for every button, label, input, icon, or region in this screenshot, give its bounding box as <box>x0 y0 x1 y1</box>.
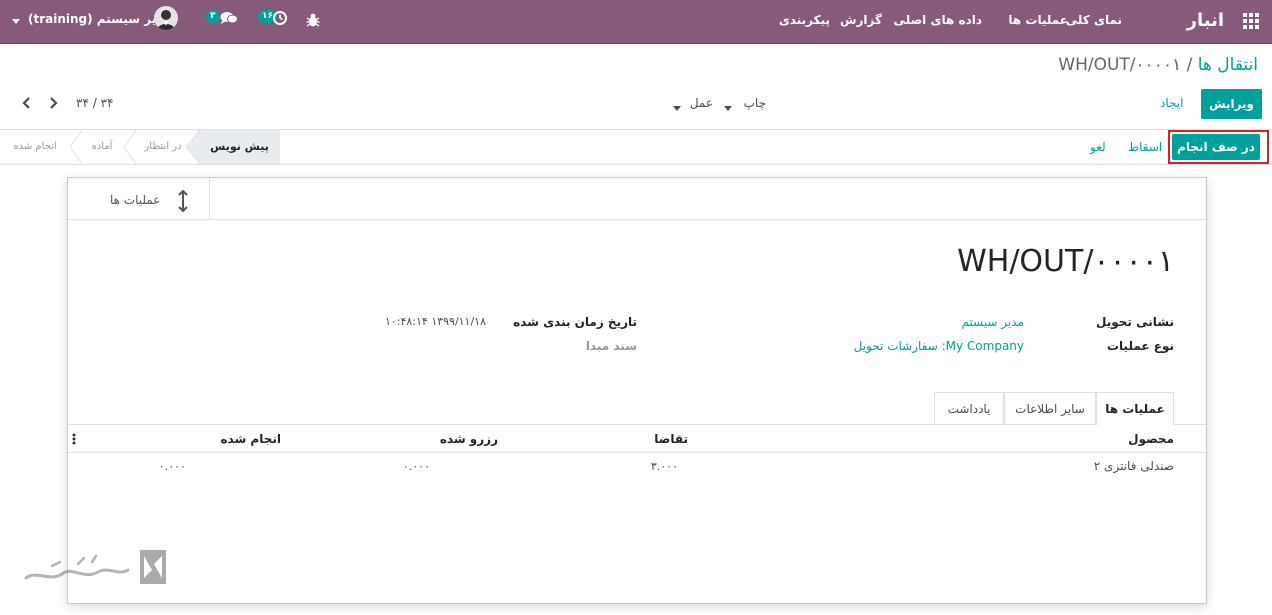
form-sheet: عملیات ها WH/OUT/۰۰۰۰۱ نشانی تحویل مدیر … <box>67 177 1207 604</box>
delivery-address-label: نشانی تحویل <box>1096 315 1174 329</box>
edit-button[interactable]: ویرایش <box>1201 89 1262 119</box>
pager-prev-button[interactable] <box>22 96 32 110</box>
breadcrumb-separator: / <box>1181 55 1198 75</box>
messages-button[interactable]: ۳ <box>206 10 240 26</box>
stage-separator <box>123 129 137 165</box>
caret-down-icon <box>673 100 681 114</box>
menu-overview[interactable]: نمای کلی <box>1066 13 1122 27</box>
clock-icon <box>273 11 287 25</box>
scrap-button[interactable]: اسقاط <box>1128 140 1162 154</box>
delivery-address-value[interactable]: مدیر سیستم <box>962 315 1025 329</box>
column-header-product[interactable]: محصول <box>1128 432 1174 446</box>
create-button[interactable]: ایجاد <box>1160 96 1183 110</box>
button-box <box>68 178 1206 220</box>
menu-configuration[interactable]: پیکربندی <box>779 13 830 27</box>
user-name: مدیر سیستم (training) <box>28 12 171 26</box>
record-title: WH/OUT/۰۰۰۰۱ <box>957 244 1174 279</box>
cell-reserved: ۰.۰۰۰ <box>402 460 430 473</box>
apps-grid-icon[interactable] <box>1243 13 1259 29</box>
user-avatar <box>154 6 178 30</box>
top-navbar: انبار نمای کلی عملیات ها داده های اصلی گ… <box>0 0 1272 44</box>
message-count-badge: ۳ <box>206 10 220 23</box>
cell-product: صندلی فانتزی ۲ <box>1093 459 1174 473</box>
breadcrumb: انتقال ها / WH/OUT/۰۰۰۰۱ <box>1058 55 1258 75</box>
table-row[interactable]: صندلی فانتزی ۲ ۳.۰۰۰ ۰.۰۰۰ ۰.۰۰۰ <box>68 454 1206 482</box>
action-dropdown[interactable]: عمل <box>673 96 713 112</box>
menu-master-data[interactable]: داده های اصلی <box>894 13 982 27</box>
activities-button[interactable]: ۱۶ <box>258 10 288 26</box>
caret-down-icon <box>724 100 732 114</box>
scheduled-date-value: ۱۳۹۹/۱۱/۱۸ ۱۰:۴۸:۱۴ <box>384 315 486 328</box>
optional-columns-icon[interactable] <box>72 433 76 445</box>
menu-reporting[interactable]: گزارش <box>840 13 882 27</box>
tab-note[interactable]: یادداشت <box>934 392 1004 424</box>
operation-type-label: نوع عملیات <box>1106 339 1174 353</box>
column-header-done[interactable]: انجام شده <box>220 432 281 446</box>
operations-smart-button[interactable]: عملیات ها <box>68 178 210 220</box>
stage-done[interactable]: انجام شده <box>4 130 66 164</box>
cancel-button[interactable]: لغو <box>1090 140 1106 154</box>
stage-separator <box>69 129 83 165</box>
action-label: عمل <box>689 96 713 110</box>
cell-demand: ۳.۰۰۰ <box>650 460 678 473</box>
column-header-demand[interactable]: تقاضا <box>654 432 688 446</box>
highlight-box <box>1168 130 1269 164</box>
column-header-reserved[interactable]: رزرو شده <box>440 432 498 446</box>
stage-draft: پیش نویس <box>198 130 280 164</box>
source-document-label: سند مبدا <box>585 339 637 353</box>
menu-operations[interactable]: عملیات ها <box>1008 13 1068 27</box>
pager-value[interactable]: ۳۴ / ۳۴ <box>76 96 113 110</box>
scheduled-date-label: تاریخ زمان بندی شده <box>513 315 637 329</box>
stage-waiting[interactable]: در انتظار <box>136 130 190 164</box>
breadcrumb-current: WH/OUT/۰۰۰۰۱ <box>1058 55 1182 75</box>
cell-done: ۰.۰۰۰ <box>158 460 186 473</box>
print-label: چاپ <box>743 96 766 110</box>
print-dropdown[interactable]: چاپ <box>724 96 766 112</box>
debug-bug-icon[interactable] <box>306 12 320 28</box>
operation-type-value[interactable]: My Company: سفارشات تحویل <box>854 339 1024 353</box>
statusbar: در صف انجام اسقاط لغو پیش نویس در انتظار… <box>0 129 1272 165</box>
tab-operations[interactable]: عملیات ها <box>1096 392 1174 425</box>
smart-button-label: عملیات ها <box>110 193 161 207</box>
caret-down-icon <box>12 14 20 24</box>
watermark-logo <box>22 544 172 592</box>
app-title[interactable]: انبار <box>1187 10 1224 31</box>
breadcrumb-transfers-link[interactable]: انتقال ها <box>1198 55 1258 75</box>
tab-additional-info[interactable]: سایر اطلاعات <box>1004 392 1096 424</box>
table-header-row: محصول تقاضا رزرو شده انجام شده <box>68 425 1206 453</box>
stage-ready[interactable]: آماده <box>82 130 122 164</box>
user-menu[interactable]: مدیر سیستم (training) <box>12 6 182 32</box>
pager-next-button[interactable] <box>48 96 58 110</box>
chat-bubbles-icon <box>220 11 238 25</box>
arrows-vertical-icon <box>177 189 189 213</box>
